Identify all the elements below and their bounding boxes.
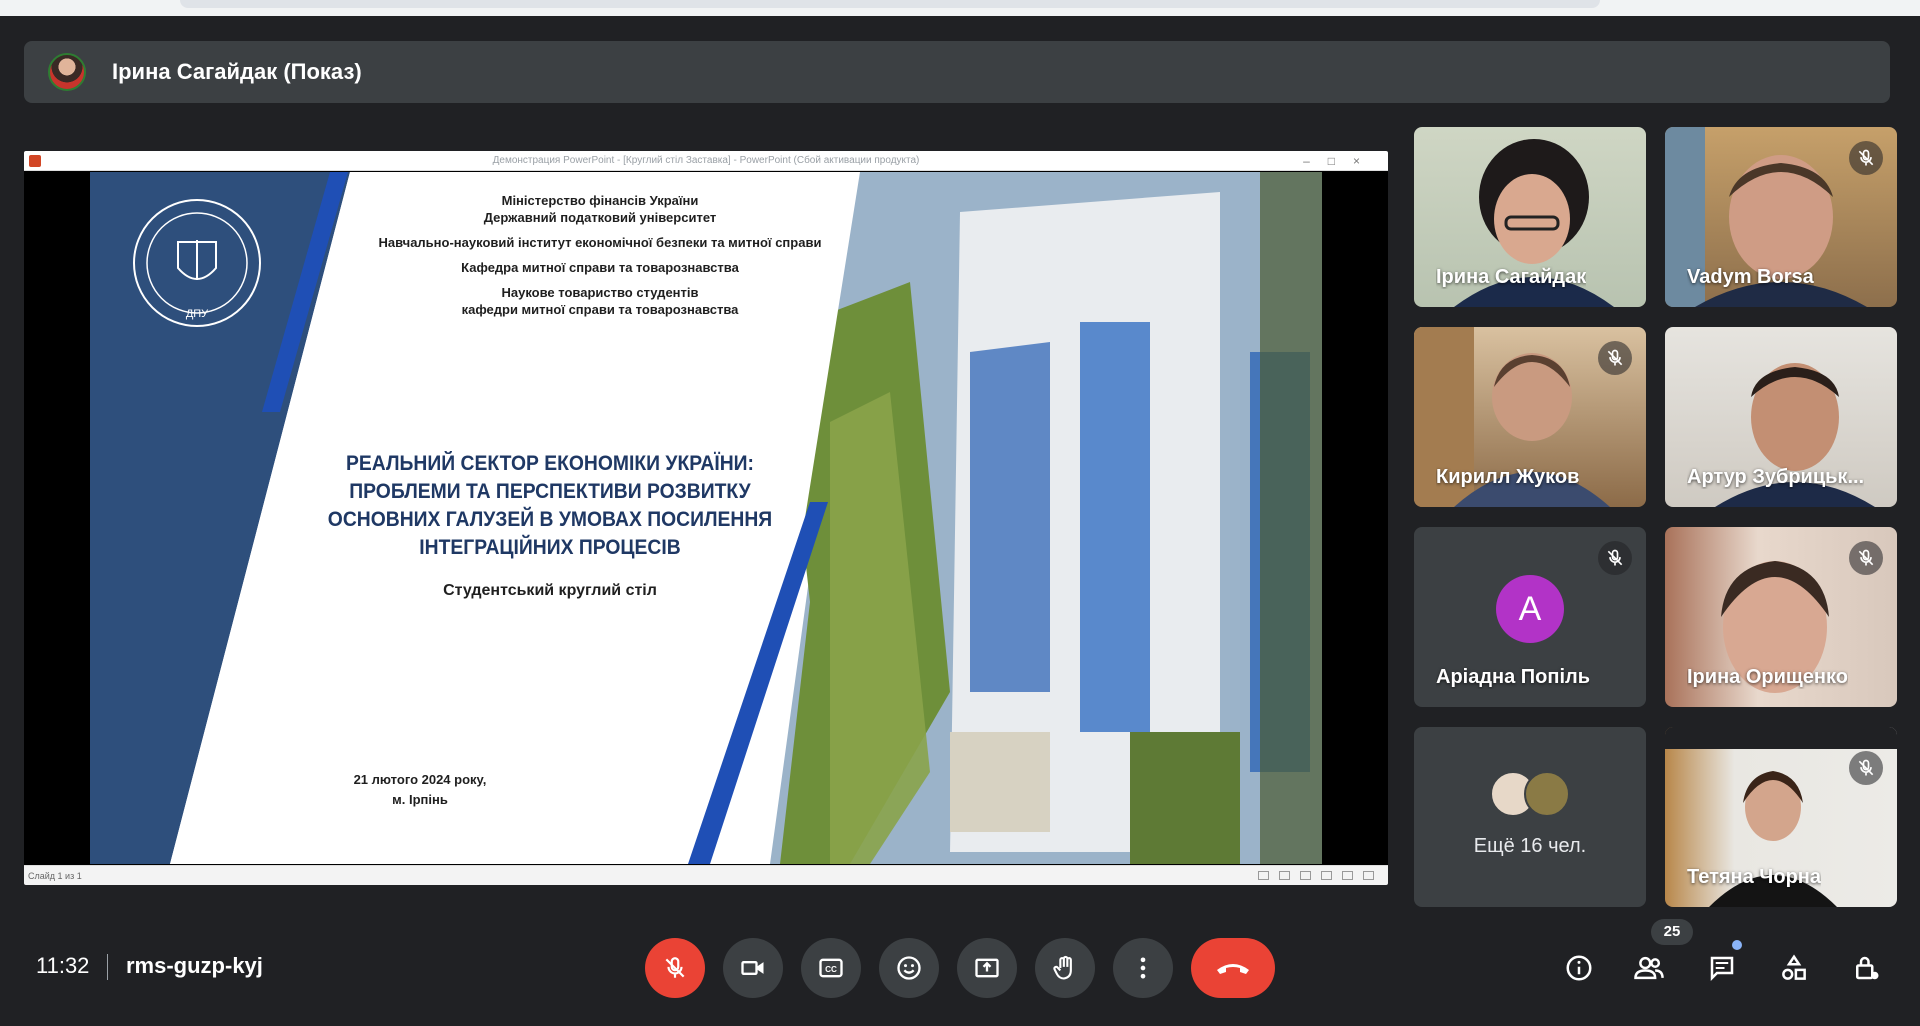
host-controls-button[interactable] <box>1842 944 1890 992</box>
participant-name: Ірина Орищенко <box>1687 666 1848 688</box>
host-controls-icon <box>1856 956 1879 980</box>
ppt-window-title: Демонстрация PowerPoint - [Круглий стіл … <box>492 155 920 166</box>
raise-hand-icon <box>1053 955 1072 980</box>
captions-button[interactable]: CC <box>801 938 861 998</box>
shared-screen[interactable]: Демонстрация PowerPoint - [Круглий стіл … <box>24 151 1388 885</box>
divider <box>107 954 108 980</box>
participant-tile[interactable]: Артур Зубрицьк... <box>1665 327 1897 507</box>
info-button[interactable] <box>1555 944 1603 992</box>
slide-place: м. Ірпінь <box>392 792 448 807</box>
view-icon <box>1300 871 1311 880</box>
people-count-badge: 25 <box>1651 919 1693 945</box>
svg-text:ДПУ: ДПУ <box>186 308 209 320</box>
more-participants-label: Ещё 16 чел. <box>1473 835 1587 857</box>
participant-name: Vadym Borsa <box>1687 266 1814 288</box>
clock: 11:32 <box>36 953 90 978</box>
institute-line: Навчально-науковий інститут економічної … <box>378 235 822 250</box>
unread-dot <box>1732 940 1742 950</box>
participant-name: Ірина Сагайдак <box>1436 266 1587 288</box>
more-avatars <box>1490 771 1570 817</box>
address-bar-edge <box>180 0 1600 8</box>
present-button[interactable] <box>957 938 1017 998</box>
activities-icon <box>1782 954 1806 980</box>
videocam-icon <box>741 961 764 975</box>
participant-tile[interactable]: A Аріадна Попіль <box>1414 527 1646 707</box>
present-screen-icon <box>975 958 999 978</box>
participant-name: Аріадна Попіль <box>1436 666 1591 688</box>
activities-button[interactable] <box>1770 944 1818 992</box>
slide-subtitle: Студентський круглий стіл <box>443 582 657 599</box>
participant-tile[interactable]: Ірина Сагайдак <box>1414 127 1646 307</box>
slide-header: Міністерство фінансів України Державний … <box>320 192 880 318</box>
closed-caption-icon: CC <box>819 958 843 978</box>
meeting-code[interactable]: rms-guzp-kyj <box>126 953 263 979</box>
view-icon <box>1321 871 1332 880</box>
raise-hand-button[interactable] <box>1035 938 1095 998</box>
presenter-bar: Ірина Сагайдак (Показ) <box>24 41 1890 103</box>
ppt-titlebar: Демонстрация PowerPoint - [Круглий стіл … <box>24 151 1388 171</box>
mic-button[interactable] <box>645 938 705 998</box>
view-icon <box>1279 871 1290 880</box>
chat-button[interactable] <box>1698 944 1746 992</box>
department-line: Кафедра митної справи та товарознавства <box>461 260 739 275</box>
slide-counter: Слайд 1 из 1 <box>28 871 82 881</box>
emoji-icon <box>897 956 921 980</box>
ppt-statusbar: Слайд 1 из 1 <box>24 865 1388 885</box>
slide-date-block: 21 лютого 2024 року, м. Ірпінь <box>270 770 570 810</box>
participant-tile[interactable]: Ірина Орищенко <box>1665 527 1897 707</box>
participant-name: Кирилл Жуков <box>1436 466 1580 488</box>
camera-button[interactable] <box>723 938 783 998</box>
presenter-name: Ірина Сагайдак (Показ) <box>112 59 362 84</box>
view-icon <box>1363 871 1374 880</box>
info-icon <box>1566 955 1592 981</box>
participant-name: Тетяна Чорна <box>1687 866 1821 888</box>
mic-off-icon <box>1849 141 1883 175</box>
powerpoint-icon <box>29 155 41 167</box>
mic-off-icon <box>1849 541 1883 575</box>
view-icon <box>1342 871 1353 880</box>
participant-tile[interactable]: Vadym Borsa <box>1665 127 1897 307</box>
participant-tile[interactable]: Кирилл Жуков <box>1414 327 1646 507</box>
mic-off-icon <box>665 957 685 978</box>
people-button[interactable] <box>1625 944 1673 992</box>
more-vert-icon <box>1140 957 1146 979</box>
participant-name: Артур Зубрицьк... <box>1687 466 1865 488</box>
slide-title: РЕАЛЬНИЙ СЕКТОР ЕКОНОМІКИ УКРАЇНИ: ПРОБЛ… <box>327 452 773 559</box>
mic-off-icon <box>1598 541 1632 575</box>
society-line: Наукове товариство студентів <box>501 285 699 300</box>
mic-off-icon <box>1598 341 1632 375</box>
browser-top-strip <box>0 0 1920 16</box>
presenter-avatar <box>48 53 86 91</box>
avatar <box>1524 771 1570 817</box>
chat-icon <box>1710 956 1734 982</box>
call-end-icon <box>1217 964 1249 974</box>
university-line: Державний податковий університет <box>483 210 717 225</box>
window-controls: –□× <box>1303 154 1378 168</box>
leave-call-button[interactable] <box>1191 938 1275 998</box>
society-dept-line: кафедри митної справи та товарознавства <box>461 302 739 317</box>
svg-text:CC: CC <box>825 965 837 974</box>
emoji-button[interactable] <box>879 938 939 998</box>
slide: ДПУ Міністерство фінансів України Держав… <box>90 172 1322 864</box>
view-icon <box>1258 871 1269 880</box>
view-buttons <box>1258 871 1374 880</box>
more-options-button[interactable] <box>1113 938 1173 998</box>
ministry-line: Міністерство фінансів України <box>501 193 699 208</box>
people-icon <box>1634 956 1664 980</box>
slide-date: 21 лютого 2024 року, <box>353 772 487 787</box>
more-participants-tile[interactable]: Ещё 16 чел. <box>1414 727 1646 907</box>
participant-tile[interactable]: Тетяна Чорна <box>1665 727 1897 907</box>
mic-off-icon <box>1849 751 1883 785</box>
avatar: A <box>1496 575 1564 643</box>
